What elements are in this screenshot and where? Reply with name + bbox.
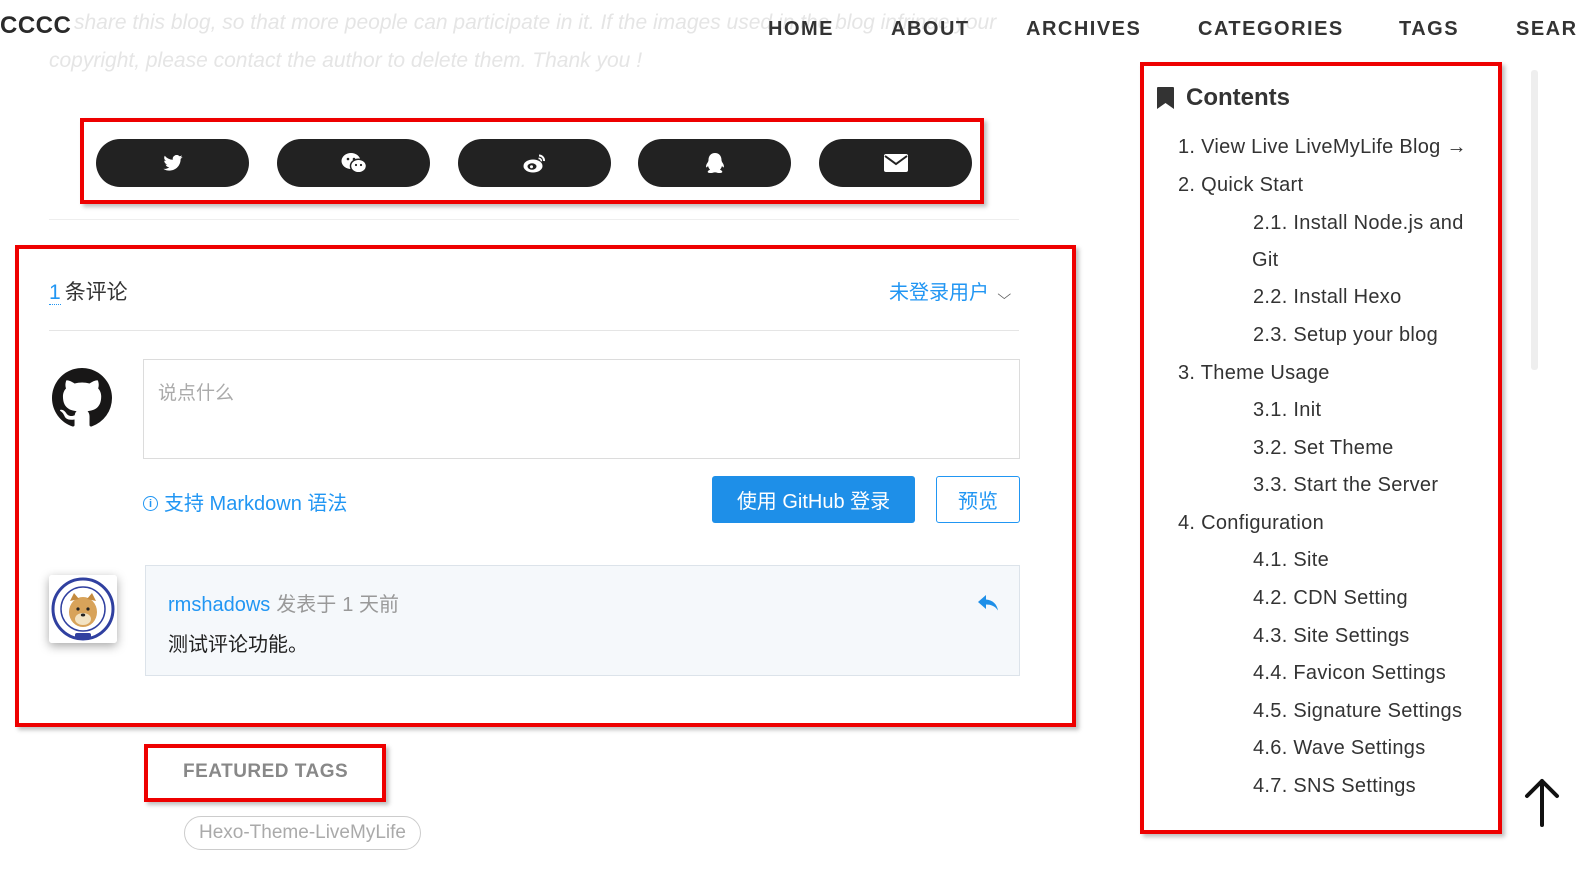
preview-button[interactable]: 预览	[936, 476, 1020, 523]
toc-item[interactable]: 4.6. Wave Settings	[1253, 737, 1426, 760]
comment-input[interactable]	[143, 359, 1020, 459]
toc-item-continuation[interactable]: Git	[1252, 249, 1278, 272]
toc-item[interactable]: 4. Configuration	[1178, 512, 1324, 535]
copyright-line-1: share this blog, so that more people can…	[74, 11, 997, 34]
share-qq-button[interactable]	[638, 139, 791, 187]
toc-item[interactable]: 2.2. Install Hexo	[1253, 286, 1402, 309]
share-email-button[interactable]	[819, 139, 972, 187]
qq-icon	[705, 153, 724, 174]
page-scrollbar[interactable]	[1531, 70, 1538, 370]
featured-tags-title: FEATURED TAGS	[183, 761, 349, 782]
markdown-help-link[interactable]: i 支持 Markdown 语法	[143, 487, 347, 516]
site-brand[interactable]: CCCC	[0, 12, 71, 40]
content-divider	[49, 219, 1019, 220]
toc-item[interactable]: 2. Quick Start	[1178, 174, 1303, 197]
login-user-dropdown[interactable]: 未登录用户 ⌵	[889, 276, 1012, 305]
share-weibo-button[interactable]	[458, 139, 611, 187]
nav-categories[interactable]: CATEGORIES	[1198, 18, 1344, 41]
comment-time: 1 天前	[342, 594, 399, 616]
toc-item[interactable]: 4.7. SNS Settings	[1253, 775, 1416, 798]
nav-search[interactable]: SEAR	[1516, 18, 1578, 41]
comment-author[interactable]: rmshadows	[168, 594, 270, 616]
nav-home[interactable]: HOME	[768, 18, 834, 41]
github-login-button[interactable]: 使用 GitHub 登录	[712, 476, 915, 523]
comment-text: 测试评论功能。	[168, 634, 308, 656]
nav-archives[interactable]: ARCHIVES	[1026, 18, 1141, 41]
twitter-icon	[162, 155, 183, 171]
toc-item[interactable]: 4.3. Site Settings	[1253, 625, 1410, 648]
toc-title: Contents	[1157, 84, 1290, 112]
avatar-image	[49, 575, 117, 643]
comment-posted-label: 发表于	[276, 594, 337, 616]
share-twitter-button[interactable]	[96, 139, 249, 187]
bookmark-icon	[1157, 87, 1174, 109]
login-user-label: 未登录用户	[889, 282, 989, 304]
toc-item[interactable]: 4.5. Signature Settings	[1253, 700, 1462, 723]
copyright-line-2: copyright, please contact the author to …	[49, 49, 643, 72]
back-to-top-icon[interactable]	[1522, 777, 1562, 829]
comments-header-divider	[49, 330, 1019, 331]
github-icon	[52, 368, 112, 427]
toc-item[interactable]: 3. Theme Usage	[1178, 362, 1330, 385]
toc-title-label: Contents	[1186, 84, 1290, 111]
comment-count-number[interactable]: 1	[49, 281, 61, 305]
toc-item[interactable]: 2.1. Install Node.js and	[1253, 212, 1464, 235]
comment-card	[145, 565, 1020, 676]
comment-meta: rmshadows 发表于 1 天前	[168, 588, 399, 617]
comment-count: 1 条评论	[49, 276, 128, 306]
toc-item[interactable]: 2.3. Setup your blog	[1253, 324, 1438, 347]
toc-item[interactable]: 4.4. Favicon Settings	[1253, 662, 1446, 685]
info-icon: i	[143, 496, 158, 511]
toc-item[interactable]: 1. View Live LiveMyLife Blog →	[1178, 136, 1467, 159]
toc-item[interactable]: 4.1. Site	[1253, 549, 1329, 572]
tag-pill[interactable]: Hexo-Theme-LiveMyLife	[184, 816, 421, 850]
nav-tags[interactable]: TAGS	[1399, 18, 1459, 41]
toc-item[interactable]: 3.1. Init	[1253, 399, 1321, 422]
copyright-notice: share this blog, so that more people can…	[49, 4, 1019, 80]
markdown-help-label: 支持 Markdown 语法	[164, 493, 348, 515]
toc-item[interactable]: 3.2. Set Theme	[1253, 437, 1394, 460]
toc-item[interactable]: 4.2. CDN Setting	[1253, 587, 1408, 610]
weibo-icon	[523, 154, 545, 173]
reply-icon[interactable]	[978, 594, 998, 612]
chevron-down-icon: ⌵	[997, 286, 1012, 302]
wechat-icon	[341, 153, 367, 174]
comment-count-label: 条评论	[64, 281, 128, 304]
commenter-avatar[interactable]	[49, 575, 117, 643]
toc-item[interactable]: 3.3. Start the Server	[1253, 474, 1438, 497]
share-wechat-button[interactable]	[277, 139, 430, 187]
email-icon	[883, 154, 908, 172]
nav-about[interactable]: ABOUT	[891, 18, 970, 41]
